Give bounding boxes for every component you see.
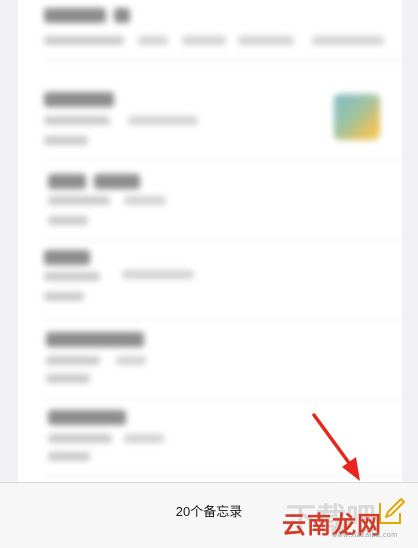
note-date (44, 116, 110, 125)
note-row[interactable] (42, 320, 402, 400)
note-row[interactable] (42, 240, 402, 320)
note-date (48, 434, 112, 443)
notes-list-content (18, 0, 402, 482)
note-folder (46, 374, 90, 383)
note-date (44, 36, 124, 45)
note-title (44, 8, 106, 23)
note-snippet (124, 196, 166, 205)
row-divider (42, 59, 402, 60)
note-title (48, 410, 126, 425)
note-title (44, 250, 90, 265)
note-date (44, 272, 100, 281)
note-snippet (238, 36, 294, 45)
note-folder (48, 452, 90, 461)
bottom-toolbar: 20个备忘录 (0, 482, 418, 548)
note-snippet (138, 36, 168, 45)
note-snippet (116, 356, 146, 365)
note-folder (44, 292, 84, 301)
notes-app: 20个备忘录 下载吧 云南龙网 www.xiazaiba.com (0, 0, 418, 548)
note-title (46, 332, 144, 347)
note-title (114, 8, 130, 23)
compose-button[interactable] (372, 493, 408, 529)
compose-icon (379, 498, 405, 524)
note-folder (48, 216, 88, 225)
note-title (48, 174, 86, 189)
note-snippet (182, 36, 226, 45)
note-row[interactable] (42, 76, 402, 160)
note-title (94, 174, 140, 189)
note-folder (44, 136, 88, 145)
note-title (44, 92, 114, 107)
note-row[interactable] (42, 400, 402, 476)
note-snippet (122, 270, 194, 279)
notes-list (18, 0, 402, 482)
note-snippet (312, 36, 384, 45)
note-snippet (124, 434, 164, 443)
notes-count-label: 20个备忘录 (175, 504, 243, 519)
note-snippet (128, 116, 198, 125)
note-date (46, 356, 100, 365)
note-row[interactable] (42, 160, 402, 240)
note-row[interactable] (42, 0, 402, 60)
note-thumbnail (334, 94, 380, 140)
row-divider (42, 475, 402, 476)
note-date (48, 196, 110, 205)
